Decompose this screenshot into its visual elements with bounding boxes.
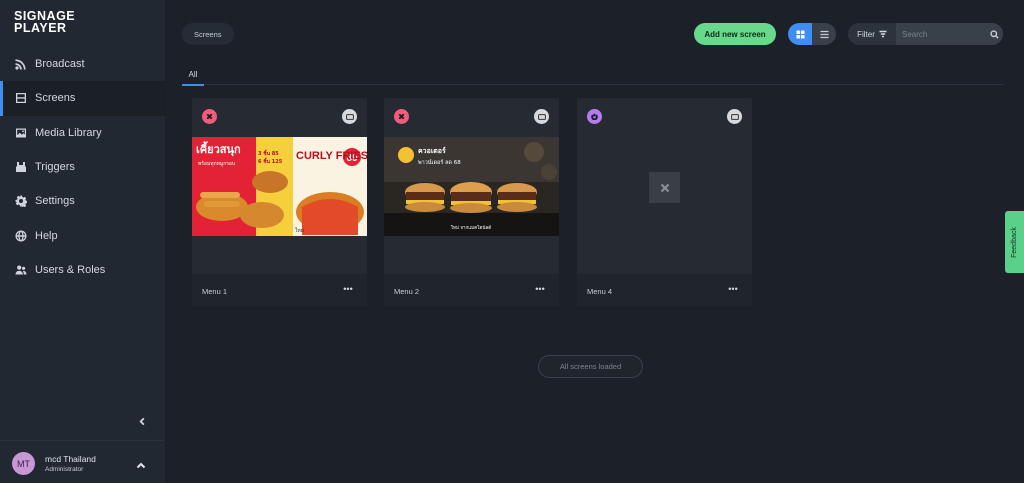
app-logo[interactable]: SIGNAGE PLAYER (14, 10, 75, 35)
screen-name[interactable]: Menu 4 (587, 287, 612, 296)
screens-icon (15, 92, 27, 104)
promo-product: CURLY FRIES (296, 150, 367, 162)
promo-sub: พาวน์เดอร์ ลด 68 (418, 159, 461, 166)
filter-label: Filter (857, 29, 875, 39)
screen-preview-button[interactable] (727, 109, 742, 124)
screen-card-menu-1[interactable]: 89 CURLY FRIES เคี้ยวสนุก พร้อมทุกหมูกรอ… (192, 98, 367, 307)
sidebar-item-broadcast[interactable]: Broadcast (0, 47, 165, 81)
monitor-icon (730, 113, 739, 120)
add-new-screen-button[interactable]: Add new screen (694, 23, 776, 45)
breadcrumb[interactable]: Screens (182, 23, 234, 45)
promo-label-new: ใหม่ (295, 227, 304, 234)
power-status-button[interactable] (587, 109, 602, 124)
screen-preview-button[interactable] (342, 109, 357, 124)
rss-icon (15, 58, 27, 70)
screen-preview-image: ควอเตอร์ พาวน์เดอร์ ลด 68 ใหม่ จากแมคโดน… (384, 137, 559, 236)
sidebar-item-label: Settings (35, 195, 75, 208)
sidebar-item-label: Users & Roles (35, 263, 106, 276)
card-footer: Menu 2 ••• (384, 274, 559, 307)
list-icon (819, 30, 829, 38)
user-name: mcd Thailand (45, 454, 96, 464)
logo-line-2: PLAYER (14, 21, 67, 35)
filter-search-bar: Filter (848, 23, 1003, 45)
card-footer: Menu 4 ••• (577, 274, 752, 307)
sidebar-nav: Broadcast Screens Media Library Triggers… (0, 47, 165, 287)
power-icon (591, 113, 598, 120)
more-options-button[interactable]: ••• (726, 282, 740, 296)
promo-headline: ควอเตอร์ (418, 146, 446, 155)
search-input[interactable] (896, 23, 985, 45)
screen-preview-empty (577, 137, 752, 236)
sidebar-item-triggers[interactable]: Triggers (0, 150, 165, 184)
search-icon[interactable] (985, 29, 1003, 39)
screen-name[interactable]: Menu 1 (202, 287, 227, 296)
close-icon (398, 113, 405, 120)
screen-card-menu-2[interactable]: ควอเตอร์ พาวน์เดอร์ ลด 68 ใหม่ จากแมคโดน… (384, 98, 559, 307)
sidebar-item-screens[interactable]: Screens (0, 81, 165, 116)
screen-preview-button[interactable] (534, 109, 549, 124)
filter-icon (879, 30, 887, 38)
close-icon (206, 113, 213, 120)
all-screens-loaded-status: All screens loaded (538, 355, 643, 378)
screen-name[interactable]: Menu 2 (394, 287, 419, 296)
feedback-label: Feedback (1011, 226, 1018, 258)
tab-all[interactable]: All (182, 64, 204, 86)
no-content-placeholder (649, 172, 680, 203)
grid-icon (795, 29, 805, 39)
collapse-sidebar-button[interactable] (135, 414, 149, 428)
chevron-left-icon (138, 417, 144, 425)
user-role: Administrator (45, 466, 84, 473)
avatar: MT (12, 452, 35, 475)
offline-status-button[interactable] (202, 109, 217, 124)
monitor-icon (537, 113, 546, 120)
sidebar-item-users-roles[interactable]: Users & Roles (0, 253, 165, 287)
sidebar-item-label: Triggers (35, 161, 75, 174)
sidebar-item-label: Help (35, 229, 58, 242)
image-icon (15, 127, 27, 139)
feedback-tab[interactable]: Feedback (1005, 211, 1024, 273)
sidebar: SIGNAGE PLAYER Broadcast Screens Media L… (0, 0, 166, 483)
promo-sub: พร้อมทุกหมูกรอบ (198, 160, 235, 167)
search-wrap (896, 23, 1003, 45)
app-root: SIGNAGE PLAYER Broadcast Screens Media L… (0, 0, 1024, 483)
globe-icon (15, 230, 27, 242)
monitor-icon (345, 113, 354, 120)
list-view-button[interactable] (812, 23, 836, 45)
trigger-icon (15, 161, 27, 173)
card-footer: Menu 1 ••• (192, 274, 367, 307)
sidebar-item-settings[interactable]: Settings (0, 184, 165, 218)
filter-button[interactable]: Filter (848, 23, 896, 45)
screen-preview-image: 89 CURLY FRIES เคี้ยวสนุก พร้อมทุกหมูกรอ… (192, 137, 367, 236)
sidebar-item-label: Media Library (35, 126, 102, 139)
more-options-button[interactable]: ••• (533, 282, 547, 296)
gear-icon (15, 195, 27, 208)
screen-card-menu-4[interactable]: Menu 4 ••• (577, 98, 752, 307)
tab-bar: All (182, 64, 1004, 86)
view-toggle (788, 23, 836, 45)
grid-view-button[interactable] (788, 23, 812, 45)
users-icon (15, 264, 27, 276)
sidebar-item-media-library[interactable]: Media Library (0, 116, 165, 150)
close-icon (660, 183, 669, 192)
user-profile[interactable]: MT mcd Thailand Administrator (0, 440, 165, 483)
sidebar-item-help[interactable]: Help (0, 218, 165, 252)
chevron-up-icon (136, 462, 146, 469)
offline-status-button[interactable] (394, 109, 409, 124)
more-options-button[interactable]: ••• (341, 282, 355, 296)
sidebar-item-label: Broadcast (35, 58, 85, 71)
promo-caption: ใหม่ จากแมคโดนัลด์ (451, 224, 491, 231)
promo-headline: เคี้ยวสนุก (196, 141, 241, 157)
user-menu-toggle[interactable] (136, 458, 148, 470)
sidebar-item-label: Screens (35, 92, 76, 105)
